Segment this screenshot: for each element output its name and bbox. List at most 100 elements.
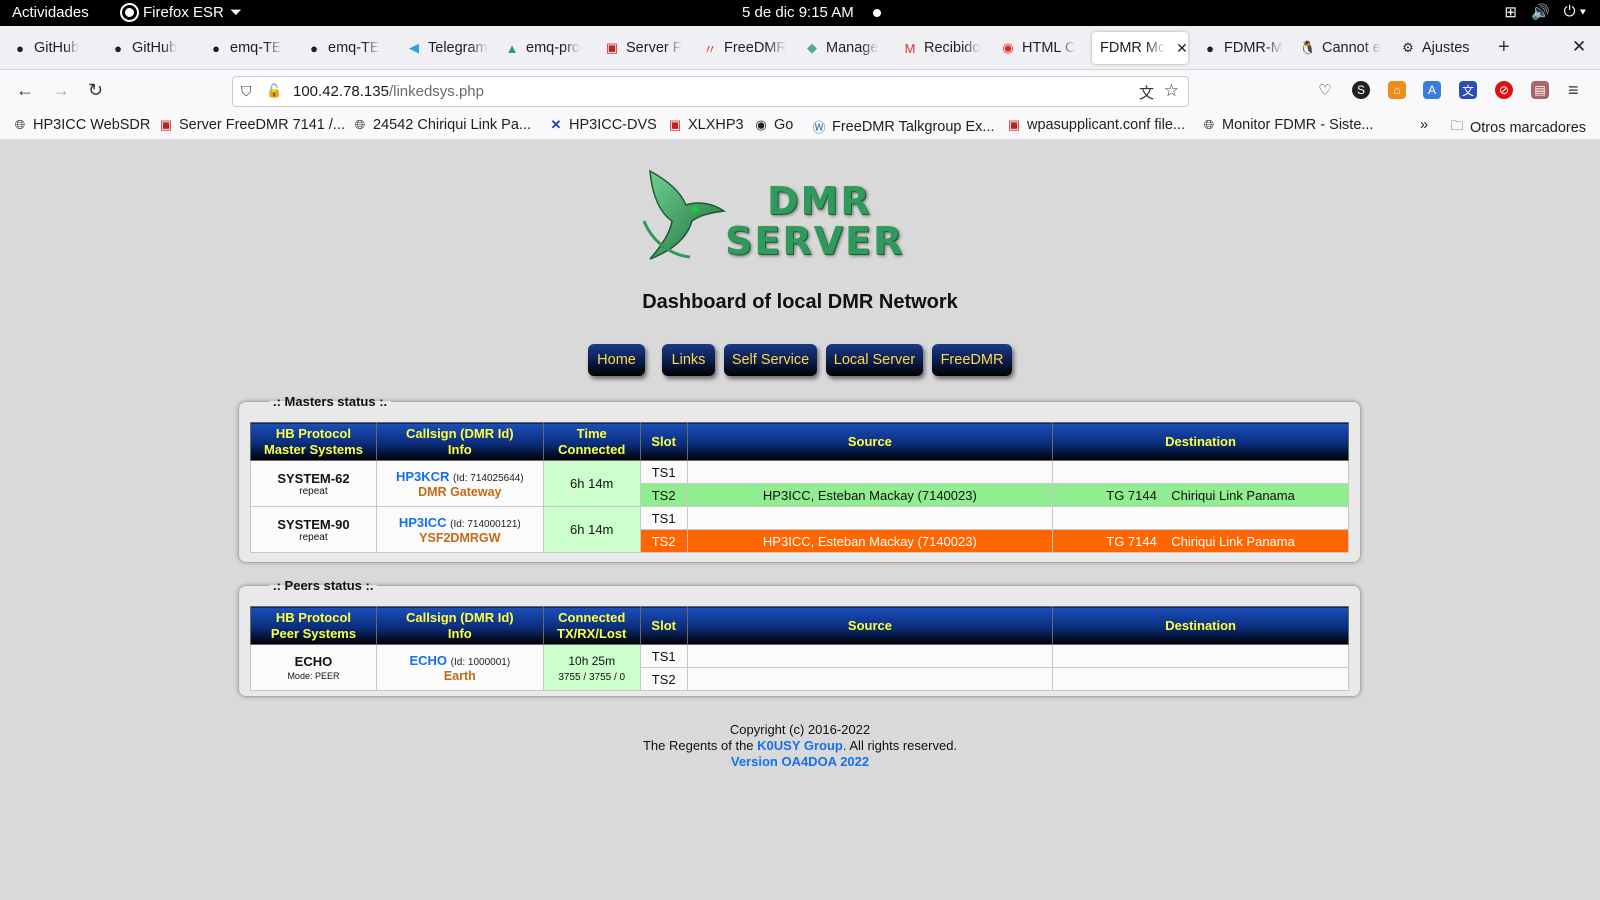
bookmark-item[interactable]: 🌐︎ Monitor FDMR - Siste... [1201,117,1374,133]
k0usy-link[interactable]: K0USY Group [757,738,843,753]
system-tray[interactable]: ⊞ 🔊 ⏻ ▾ [1504,3,1586,21]
back-button[interactable]: ← [16,80,34,101]
version-link[interactable]: Version OA4DOA 2022 [0,754,1600,770]
activities-button[interactable]: Actividades [12,4,89,21]
bookmark-item[interactable]: 🌐︎ HP3ICC WebSDR [12,117,151,133]
tab-telegram[interactable]: ◀ Telegram [398,32,490,64]
address-bar[interactable]: ⛉ 🔓 100.42.78.135/linkedsys.php 文 ☆ [232,76,1189,107]
bookmark-item[interactable]: Ⓦ FreeDMR Talkgroup Ex... [811,117,994,136]
close-window-icon[interactable]: ✕ [1572,37,1586,57]
url-host: 100.42.78.135 [293,83,389,100]
tab-recibido[interactable]: M Recibido [894,32,986,64]
insecure-lock-icon[interactable]: 🔓 [266,83,282,99]
column-header: HB Protocol Master Systems [250,422,377,461]
bookmark-star-icon[interactable]: ☆ [1164,81,1179,101]
network-icon[interactable]: ⊞ [1504,3,1517,21]
hamburger-menu-icon[interactable]: ≡ [1568,80,1579,101]
app-menu[interactable]: Firefox ESR ⏷ [122,4,242,21]
source-cell: HP3ICC, Esteban Mackay (7140023) [686,483,1054,507]
extension-block-icon[interactable]: ⊘ [1495,81,1513,99]
table-row: ECHO Mode: PEER ECHO (Id: 1000001) Earth 1… [250,644,1349,691]
bookmark-item[interactable]: ▣ wpasupplicant.conf file... [1006,117,1185,133]
callsign-cell: ECHO (Id: 1000001) Earth [375,644,544,691]
source-cell [686,644,1054,668]
dmr-server-logo: DMR SERVER [640,161,960,269]
power-icon[interactable]: ⏻ ▾ [1564,3,1586,21]
freedmr-button[interactable]: FreeDMR [932,344,1012,376]
forward-button[interactable]: → [52,80,70,101]
tab-ajustes[interactable]: ⚙ Ajustes [1392,32,1492,64]
self-service-button[interactable]: Self Service [724,344,817,376]
tab-freedmr[interactable]: 〃 FreeDMR [694,32,786,64]
tab-fdmr-m[interactable]: ● FDMR-M [1194,32,1286,64]
callsign-link[interactable]: HP3KCR [396,469,449,484]
globe-icon: 🌐︎ [354,117,366,132]
bookmark-item[interactable]: ◉ Go [753,117,793,133]
flag-icon: ▣ [668,117,682,132]
x-icon: ✕ [550,117,562,132]
tab-server-f[interactable]: ▣ Server F [596,32,688,64]
column-header: Time Connected [542,422,641,461]
slot-cell: TS2 [639,667,688,691]
tab-emq-pro[interactable]: ▲ emq-pro [496,32,588,64]
source-cell [686,667,1054,691]
extension-translate2-icon[interactable]: 文 [1459,81,1477,99]
url-path: /linkedsys.php [388,83,484,100]
telegram-icon: ◀ [409,40,419,55]
github-icon: ● [212,40,220,56]
bookmark-item[interactable]: 🌐︎ 24542 Chiriqui Link Pa... [352,117,531,133]
firefox-icon [122,5,137,20]
tab-emq-te-1[interactable]: ● emq-TE [200,32,292,64]
column-header: Source [686,422,1054,461]
drive-icon: ▲ [505,40,519,56]
tab-manage[interactable]: ◆ Manage [796,32,888,64]
close-tab-icon[interactable]: ✕ [1176,40,1188,57]
home-button[interactable]: Home [588,344,645,376]
bookmark-item[interactable]: ✕ HP3ICC-DVS [548,117,657,133]
tab-emq-te-2[interactable]: ● emq-TE [298,32,390,64]
freedmr-icon: 〃 [703,41,717,57]
globe-icon: 🌐︎ [14,117,26,132]
gear-icon: ⚙ [1402,40,1414,55]
bookmarks-toolbar: 🌐︎ HP3ICC WebSDR ▣ Server FreeDMR 7141 /..… [0,112,1600,140]
shield-icon[interactable]: ⛉ [241,83,252,100]
copyright-text: Copyright (c) 2016-2022 [729,722,871,737]
masters-legend: .: Masters status :. [273,394,388,409]
other-bookmarks[interactable]: 🗀 Otros marcadores [1449,117,1586,139]
time-connected-cell: 6h 14m [542,506,641,553]
new-tab-button[interactable]: + [1498,36,1510,59]
system-cell: SYSTEM-62 repeat [250,460,377,507]
volume-icon[interactable]: 🔊 [1531,3,1550,21]
slot-cell: TS2 [639,483,688,507]
bookmark-item[interactable]: ▣ Server FreeDMR 7141 /... [158,117,345,133]
local-server-button[interactable]: Local Server [826,344,923,376]
tab-github-2[interactable]: ● GitHub [102,32,194,64]
slot-cell: TS1 [639,460,688,484]
callsign-link[interactable]: HP3ICC [399,515,447,530]
more-bookmarks-icon[interactable]: » [1420,117,1428,133]
links-button[interactable]: Links [662,344,715,376]
reload-button[interactable]: ↻ [88,80,103,101]
tab-cannot[interactable]: 🐧 Cannot e [1292,32,1384,64]
destination-cell [1052,460,1349,484]
tab-fdmr-active[interactable]: FDMR Mo ✕ [1092,32,1188,64]
peers-status-panel: .: Peers status :. HB Protocol Peer Syste… [238,578,1361,697]
tab-strip: ● GitHub ● GitHub ● emq-TE ● emq-TE ◀ Telegra… [0,26,1600,70]
pocket-icon[interactable]: ♡ [1316,81,1334,99]
extension-translate-icon[interactable]: A [1423,81,1441,99]
destination-cell: TG 7144 Chiriqui Link Panama [1052,483,1349,507]
extension-orange-icon[interactable]: ⌂ [1388,81,1406,99]
github-icon: ● [114,40,122,56]
bookmark-item[interactable]: ▣ XLXHP3 [667,117,744,133]
callsign-link[interactable]: ECHO [409,653,447,668]
column-header: Source [686,606,1054,645]
extension-misc-icon[interactable]: ▤ [1531,81,1549,99]
manage-icon: ◆ [807,40,817,55]
tab-github-1[interactable]: ● GitHub [4,32,96,64]
clock[interactable]: 5 de dic 9:15 AM [742,4,854,21]
tab-html-c[interactable]: ◉ HTML C [992,32,1084,64]
table-row: SYSTEM-62 repeat HP3KCR (Id: 714025644) DM… [250,460,1349,507]
extension-s-icon[interactable]: S [1352,81,1370,99]
translate-icon[interactable]: 文 [1139,82,1154,103]
slot-cell: TS2 [639,529,688,553]
